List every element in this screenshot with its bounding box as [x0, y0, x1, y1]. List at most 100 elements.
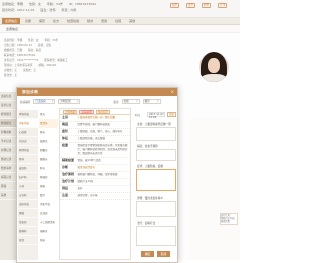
chevron-down-icon: ▾: [52, 100, 54, 103]
topbar-text: 性别：女: [29, 2, 42, 6]
nav-item[interactable]: 住院: [112, 18, 124, 24]
nav-item[interactable]: 病历: [36, 18, 48, 24]
category-item[interactable]: 泌尿系统: [18, 200, 38, 209]
disease-item[interactable]: 胃溃疡: [39, 119, 58, 128]
category-item[interactable]: 消化系统: [18, 119, 38, 128]
editor-textarea[interactable]: [136, 127, 176, 141]
select-value: 确诊: [144, 100, 150, 103]
modal-title: 添加诊断: [22, 90, 39, 94]
category-item[interactable]: 骨科: [18, 155, 38, 164]
topbar-button[interactable]: 打印: [218, 3, 228, 8]
detail-row: 诊断 慢性浅表性胃炎: [60, 165, 130, 172]
filter-row: 疾病编码 已选疾病 ▾ 诊断结果 ▾ 备注 常规 ▾ 确诊 ▾: [20, 98, 175, 105]
chevron-down-icon: ▾: [157, 100, 159, 103]
nav-item[interactable]: 处方: [50, 18, 62, 24]
category-item[interactable]: 神经系统: [18, 146, 38, 155]
date-field[interactable]: 2017-11-07 11:24: [147, 112, 165, 119]
topbar-button[interactable]: 病历: [170, 3, 180, 8]
detail-value: 上腹部疼痛伴反酸一周，餐后加重: [77, 116, 116, 119]
nav-item[interactable]: 检查检验: [64, 18, 82, 24]
diagnosis-editor: 时间 2017-11-07 11:24 添加 主诉：上腹部疼痛伴反酸一周 病因：…: [134, 108, 177, 260]
result-select[interactable]: 诊断结果 ▾: [58, 99, 81, 104]
category-list: 呼吸系统 消化系统 心血管 内分泌 神经系统 骨科 皮肤科 妇产科 儿科 五官科…: [18, 110, 38, 260]
patient-topbar: 患者姓名：李娜 性别：女 年龄：34岁 ID：18815273592 就诊时间：…: [0, 0, 240, 18]
disease-item[interactable]: 胰腺炎: [39, 155, 58, 164]
type-select[interactable]: 常规 ▾: [121, 99, 140, 104]
save-button[interactable]: 确定: [141, 251, 154, 257]
status-select[interactable]: 确诊 ▾: [142, 99, 161, 104]
topbar-button[interactable]: 处方: [186, 3, 196, 8]
editor-textarea[interactable]: [136, 201, 176, 217]
editor-textarea-active[interactable]: [136, 169, 176, 191]
tab-basis[interactable]: 诊断依据: [63, 110, 78, 114]
disease-item[interactable]: 消化不良: [39, 200, 58, 209]
category-item[interactable]: 呼吸系统: [18, 110, 38, 119]
chevron-down-icon: ▾: [77, 100, 79, 103]
detail-key: 注意: [62, 193, 69, 197]
disease-item[interactable]: 阑尾炎: [39, 227, 58, 236]
select-value: 已选疾病: [35, 100, 46, 103]
topbar-text: 就诊时间：2017-11-07: [2, 8, 35, 12]
detail-row: 预后 良好: [60, 186, 130, 193]
topbar-line1: 患者姓名：李娜 性别：女 年龄：34岁 ID：18815273592: [2, 2, 96, 6]
patient-info: 患者姓名：李娜 性别：女 年龄：34岁 出生日期：1983-05-12 民族：汉族 婚…: [4, 38, 154, 78]
editor-textarea[interactable]: [136, 149, 176, 161]
detail-value: 胃镜检查示胃窦部黏膜充血水肿，可见散在糜烂；幽门螺杆菌检测阳性；血常规未见明显异…: [77, 144, 128, 155]
category-item[interactable]: 传染病: [18, 218, 38, 227]
detail-key: 治疗计划: [62, 179, 75, 183]
category-item[interactable]: 其他: [18, 236, 38, 245]
detail-key: 预后: [62, 186, 69, 190]
disease-item[interactable]: 胆囊炎: [39, 146, 58, 155]
detail-value: 上腹部轻压痛，无反跳痛: [77, 137, 106, 140]
tooltip: 治疗计划： 四联疗法14天 规律饮食: [220, 213, 238, 225]
nav-item[interactable]: 诊断: [22, 18, 34, 24]
subtab-label[interactable]: 患者信息: [6, 27, 18, 31]
detail-key: 治疗原则: [62, 172, 75, 176]
category-item[interactable]: 五官科: [18, 191, 38, 200]
detail-key: 主诉: [62, 115, 69, 119]
category-item[interactable]: 妇产科: [18, 173, 38, 182]
tooltip-line: 规律饮食: [221, 220, 230, 223]
cancel-button[interactable]: 取消: [157, 251, 170, 257]
disease-item[interactable]: 十二指肠溃疡: [39, 218, 58, 227]
disease-item[interactable]: 便秘: [39, 182, 58, 191]
category-item[interactable]: 肿瘤: [18, 209, 38, 218]
detail-key: 症状: [62, 129, 69, 133]
disease-item[interactable]: 肠炎: [39, 128, 58, 137]
disease-item[interactable]: 胃炎: [39, 110, 58, 119]
nav-item[interactable]: 随访: [84, 18, 96, 24]
disease-item[interactable]: 肝硬化: [39, 173, 58, 182]
disease-item[interactable]: 肝炎: [39, 164, 58, 173]
disease-item[interactable]: 腹泻: [39, 191, 58, 200]
add-button[interactable]: 添加: [167, 112, 176, 117]
right-panel: [188, 118, 240, 260]
detail-value: 慢性浅表性胃炎: [77, 166, 96, 169]
topbar-line2: 就诊时间：2017-11-07 医生：张伟 科室：内科: [2, 8, 76, 12]
disease-item[interactable]: 痔疮: [39, 236, 58, 245]
close-icon[interactable]: ×: [171, 89, 174, 94]
category-item[interactable]: 皮肤科: [18, 164, 38, 173]
nav-item[interactable]: 患者信息: [2, 18, 21, 24]
avatar-body: [202, 74, 226, 82]
nav-item[interactable]: 其他: [126, 18, 138, 24]
category-item[interactable]: 儿科: [18, 182, 38, 191]
nav-item[interactable]: 费用: [98, 18, 110, 24]
detail-key: 诊断: [62, 165, 69, 169]
subtab-bar: 患者信息: [0, 25, 240, 33]
info-text: 邮编：200120: [38, 64, 57, 67]
category-item[interactable]: 精神科: [18, 227, 38, 236]
tab-medication[interactable]: 用药指导: [95, 110, 111, 114]
editor-textarea[interactable]: [136, 226, 176, 246]
category-item[interactable]: 内分泌: [18, 137, 38, 146]
detail-key: 病因: [62, 122, 69, 126]
topbar-text: 患者姓名：李娜: [2, 2, 24, 6]
topbar-button[interactable]: 检查: [202, 3, 212, 8]
topbar-text: 科室：内科: [61, 8, 77, 12]
disease-item[interactable]: 结肠炎: [39, 137, 58, 146]
detail-row: 辅助检查 胃镜、碳13呼气试验: [60, 158, 130, 165]
tab-description[interactable]: 疾病说明: [79, 110, 94, 114]
disease-item[interactable]: 反流病: [39, 209, 58, 218]
category-item[interactable]: 心血管: [18, 128, 38, 137]
disease-select[interactable]: 已选疾病 ▾: [33, 99, 56, 104]
date-label: 时间: [135, 114, 141, 117]
